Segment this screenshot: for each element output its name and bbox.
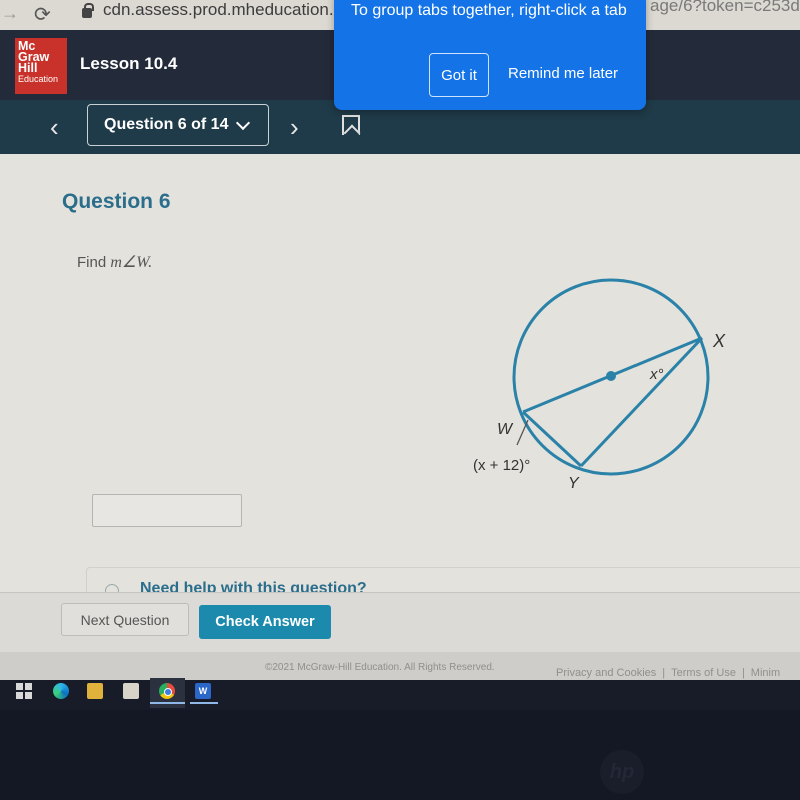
chord-wy [521,410,583,468]
next-question-arrow-button[interactable]: › [290,112,299,143]
word-running-indicator [190,702,218,704]
laptop-bezel [0,710,800,800]
chrome-icon[interactable] [159,683,175,699]
got-it-button[interactable]: Got it [429,53,489,97]
next-question-button[interactable]: Next Question [61,603,189,636]
answer-input[interactable] [92,494,242,527]
terms-link[interactable]: Terms of Use [671,667,736,679]
label-y: Y [568,475,580,492]
bookmark-icon[interactable] [342,115,360,135]
link-separator: | [662,667,666,679]
logo-line: Education [18,74,59,84]
screen: → ⟳ cdn.assess.prod.mheducation.com age/… [0,0,800,800]
label-x: X [712,331,726,351]
angle-w-pointer [516,419,529,446]
circle-diagram: X W Y x° (x + 12)° [473,278,726,492]
remind-later-button[interactable]: Remind me later [508,65,618,82]
prompt-math: m∠W. [110,254,153,271]
mcgraw-hill-logo: Mc Graw Hill Education [15,38,67,94]
chevron-down-icon [236,115,251,130]
url-tail-text[interactable]: age/6?token=c253dc [650,0,800,16]
question-prompt: Find m∠W. [77,252,152,272]
link-separator: | [741,667,745,679]
word-icon[interactable]: W [195,683,211,699]
windows-start-icon[interactable] [16,683,32,699]
file-explorer-icon[interactable] [87,683,103,699]
windows-taskbar [0,680,800,710]
url-text[interactable]: cdn.assess.prod.mheducation.com [103,0,366,20]
minimum-requirements-link[interactable]: Minim [751,667,780,679]
lock-icon [82,3,94,18]
previous-question-button[interactable]: ‹ [50,112,59,143]
store-icon[interactable] [123,683,139,699]
legal-links: Privacy and Cookies | Terms of Use | Minim [556,667,780,679]
chord-xy [579,336,704,468]
check-answer-button[interactable]: Check Answer [199,605,331,639]
hp-logo: hp [600,750,644,794]
center-point [606,371,616,381]
label-w: W [497,421,514,438]
prompt-prefix: Find [77,254,111,271]
lesson-title: Lesson 10.4 [80,54,178,73]
logo-line: Hill [18,61,38,75]
question-select-label: Question 6 of 14 [104,116,229,133]
back-arrow-icon[interactable]: → [0,3,20,24]
question-select-dropdown[interactable]: Question 6 of 14 [87,104,269,146]
question-title: Question 6 [62,190,171,213]
copyright-text: ©2021 McGraw-Hill Education. All Rights … [265,662,495,673]
edge-browser-icon[interactable] [53,683,69,699]
tab-group-tip-popup: To group tabs together, right-click a ta… [334,0,646,110]
privacy-link[interactable]: Privacy and Cookies [556,667,656,679]
label-angle-x: x° [649,366,664,383]
reload-icon[interactable]: ⟳ [34,2,51,27]
popup-message: To group tabs together, right-click a ta… [351,2,627,19]
label-angle-w: (x + 12)° [473,457,530,474]
chrome-running-indicator [150,702,185,704]
